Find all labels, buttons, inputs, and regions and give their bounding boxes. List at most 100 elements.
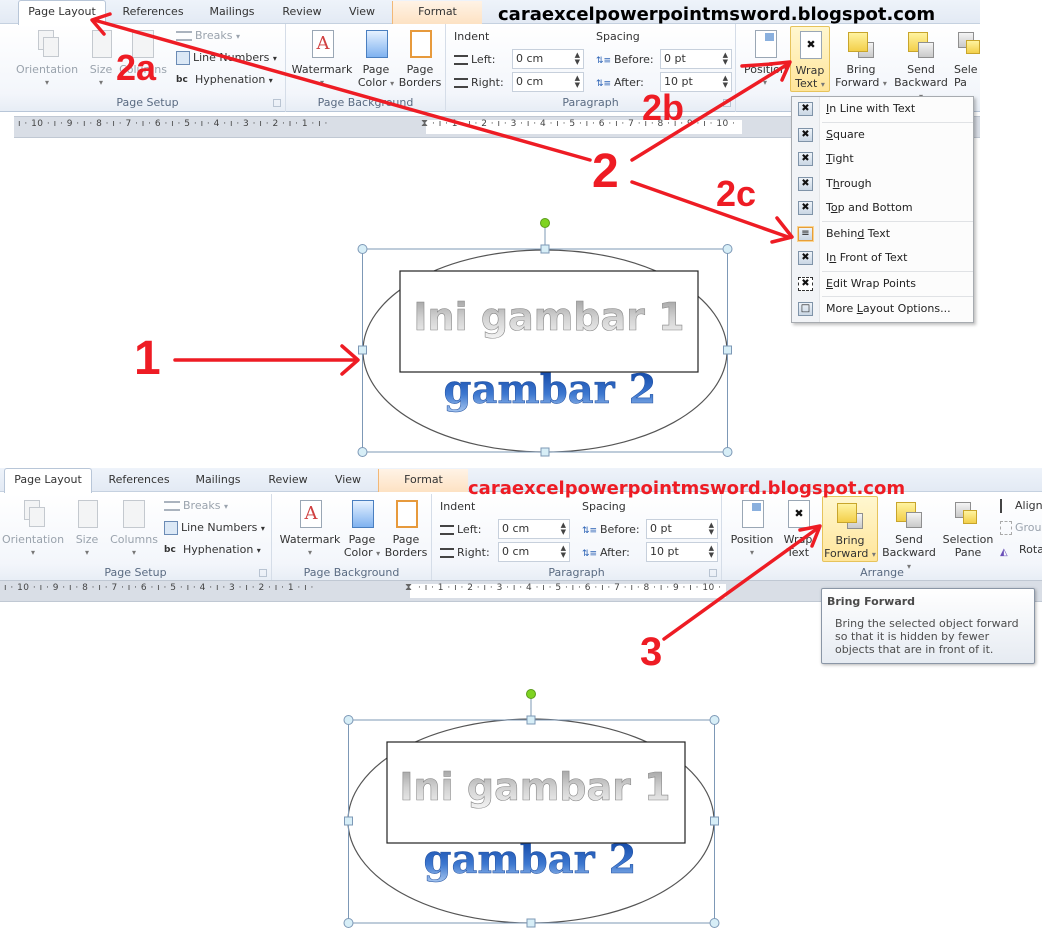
bring-forward-button[interactable]: Bring Forward ▾ [822, 496, 878, 562]
orientation-icon [32, 28, 62, 60]
send-backward-button[interactable]: Send Backward ▾ [892, 26, 950, 103]
position-button[interactable]: Position ▾ [730, 496, 774, 559]
line-numbers-button[interactable]: Line Numbers ▾ [176, 48, 277, 68]
through-wrap-icon: ✖ [798, 176, 813, 191]
screenshot-panel-before: Page Layout References Mailings Review V… [0, 0, 1042, 460]
orientation-button[interactable]: Orientation ▾ [0, 496, 66, 559]
spacing-after-icon: ⇅≡ [596, 79, 614, 89]
tab-review[interactable]: Review [260, 469, 316, 492]
spacing-before-input[interactable]: 0 pt ▲ ▼ [660, 49, 732, 69]
group-page-background: A Watermark ▾ Page Color ▾ Page Borders … [272, 494, 432, 582]
line-numbers-icon [176, 51, 190, 65]
menu-item-in-line-with-text[interactable]: ✖ In Line with Text [792, 97, 973, 122]
line-numbers-button[interactable]: Line Numbers ▾ [164, 518, 265, 538]
tab-format[interactable]: Format [392, 1, 482, 24]
wrap-text-button[interactable]: ✖ Wrap Text ▾ [790, 26, 830, 92]
spacing-before-icon: ⇅≡ [596, 56, 614, 66]
tab-references[interactable]: References [110, 1, 196, 24]
send-backward-button[interactable]: Send Backward ▾ [880, 496, 938, 573]
selected-shape-group-2[interactable]: gambar 2 Ini gambar 1 [330, 680, 730, 940]
tab-mailings[interactable]: Mailings [198, 1, 266, 24]
page-color-button[interactable]: Page Color ▾ [356, 26, 396, 90]
indent-right-label: Right: [454, 76, 504, 89]
watermark-button[interactable]: A Watermark ▾ [290, 26, 354, 89]
tab-mailings[interactable]: Mailings [184, 469, 252, 492]
align-button[interactable]: Align [1000, 496, 1042, 516]
spinner-arrows-icon[interactable]: ▲ ▼ [575, 52, 580, 66]
menu-item-tight[interactable]: ✖ Tight [792, 147, 973, 172]
spacing-before-label: ⇅≡ Before: [596, 53, 654, 66]
page-color-icon [347, 498, 377, 530]
indent-left-input[interactable]: 0 cm ▲ ▼ [512, 49, 584, 69]
selected-shape-group-1[interactable]: gambar 2 Ini gambar 1 [340, 210, 740, 460]
top-bottom-wrap-icon: ✖ [798, 201, 813, 215]
menu-item-more-layout-options[interactable]: □ More Layout Options... [792, 297, 973, 322]
group-arrange: Position ▾ ✖ Wrap Text Bring Forward ▾ S… [722, 494, 1042, 582]
selection-pane-icon [958, 28, 980, 60]
indent-right-input[interactable]: 0 cm ▲ ▼ [498, 542, 570, 562]
selection-pane-icon [953, 498, 983, 530]
menu-item-square[interactable]: ✖ Square [792, 123, 973, 148]
dialog-launcher-icon[interactable] [273, 99, 281, 107]
hyphenation-button[interactable]: bc Hyphenation ▾ [164, 540, 261, 560]
menu-item-through[interactable]: ✖ Through [792, 172, 973, 197]
indent-left-input[interactable]: 0 cm ▲ ▼ [498, 519, 570, 539]
blog-title-watermark: caraexcelpowerpointmsword.blogspot.com [498, 4, 936, 25]
position-icon [750, 28, 780, 60]
group-paragraph: Indent Left: 0 cm ▲ ▼ Right: 0 cm ▲ ▼ Spacin… [432, 494, 722, 582]
hyphenation-button[interactable]: bc Hyphenation ▾ [176, 70, 273, 90]
dialog-launcher-icon[interactable] [259, 569, 267, 577]
send-backward-icon [894, 498, 924, 530]
dialog-launcher-icon[interactable] [709, 569, 717, 577]
selection-pane-button[interactable]: Sele Pa [954, 26, 980, 89]
align-icon [1000, 499, 1012, 513]
indent-marker-icon[interactable]: ⧗ [405, 582, 412, 593]
page-borders-button[interactable]: Page Borders [384, 496, 428, 559]
wrap-text-icon: ✖ [783, 498, 813, 530]
tab-page-layout[interactable]: Page Layout [18, 0, 106, 25]
spacing-before-input[interactable]: 0 pt ▲ ▼ [646, 519, 718, 539]
group-label-page-background: Page Background [317, 96, 414, 109]
tab-references[interactable]: References [96, 469, 182, 492]
columns-button[interactable]: Columns ▾ [108, 496, 160, 559]
breaks-button[interactable]: Breaks ▾ [164, 496, 228, 516]
breaks-button[interactable]: Breaks ▾ [176, 26, 240, 46]
size-icon [86, 28, 116, 60]
spacing-after-icon: ⇅≡ [582, 549, 600, 559]
page-borders-button[interactable]: Page Borders [398, 26, 442, 89]
rotate-handle[interactable] [526, 689, 536, 699]
indent-right-input[interactable]: 0 cm ▲ ▼ [512, 72, 584, 92]
page-color-button[interactable]: Page Color ▾ [342, 496, 382, 560]
edit-wrap-points-icon: ✖ [798, 276, 813, 291]
page-borders-icon [391, 498, 421, 530]
size-button[interactable]: Size ▾ [86, 26, 116, 89]
gambar-2-text: gambar 2 [444, 366, 657, 413]
tab-view[interactable]: View [334, 1, 390, 24]
selection-pane-button[interactable]: Selection Pane [940, 496, 996, 559]
tab-page-layout[interactable]: Page Layout [4, 468, 92, 493]
dialog-launcher-icon[interactable] [723, 99, 731, 107]
watermark-button[interactable]: A Watermark ▾ [278, 496, 342, 559]
size-button[interactable]: Size ▾ [72, 496, 102, 559]
tab-review[interactable]: Review [274, 1, 330, 24]
rotate-handle[interactable] [540, 218, 550, 228]
hyphenation-icon: bc [164, 545, 176, 555]
columns-icon [119, 498, 149, 530]
orientation-button[interactable]: Orientation ▾ [14, 26, 80, 89]
watermark-icon: A [295, 498, 325, 530]
menu-item-edit-wrap-points[interactable]: ✖ Edit Wrap Points [792, 272, 973, 297]
bring-forward-button[interactable]: Bring Forward ▾ [834, 26, 888, 90]
menu-item-top-and-bottom[interactable]: ✖ Top and Bottom [792, 196, 973, 221]
indent-marker-icon[interactable]: ⧗ [421, 118, 428, 129]
spacing-after-label: ⇅≡ After: [596, 76, 644, 89]
group-button[interactable]: Group [1000, 518, 1042, 538]
tab-format[interactable]: Format [378, 469, 468, 492]
position-button[interactable]: Position ▾ [744, 26, 787, 89]
wrap-text-button[interactable]: ✖ Wrap Text [778, 496, 818, 559]
page-borders-icon [405, 28, 435, 60]
menu-item-behind-text[interactable]: ≡ Behind Text [792, 222, 973, 247]
menu-item-in-front-of-text[interactable]: ✖ In Front of Text [792, 246, 973, 271]
spacing-after-input[interactable]: 10 pt ▲ ▼ [646, 542, 718, 562]
tab-view[interactable]: View [320, 469, 376, 492]
rotate-button[interactable]: ◭Rotate [1000, 540, 1042, 560]
